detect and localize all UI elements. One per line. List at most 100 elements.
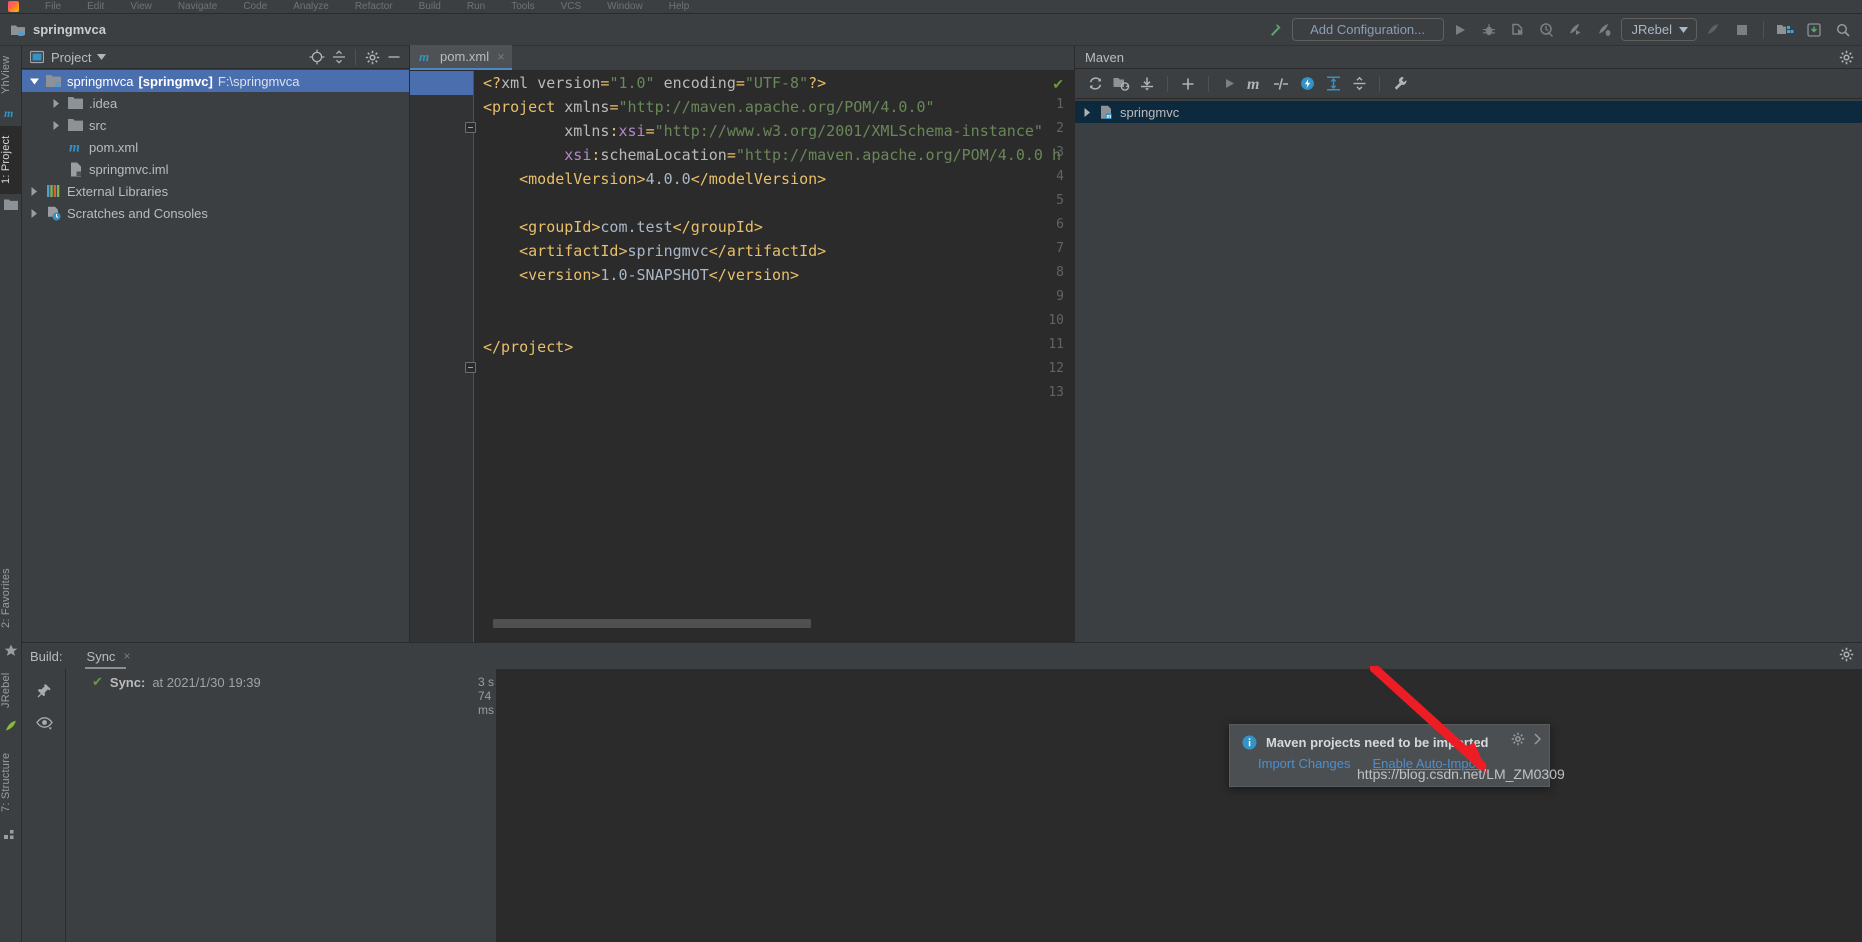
maven-settings-wrench-icon[interactable]	[1388, 72, 1412, 96]
menu-item-help[interactable]: Help	[669, 1, 690, 12]
menu-item-analyze[interactable]: Analyze	[293, 1, 329, 12]
reimport-refresh-icon[interactable]	[1083, 72, 1107, 96]
close-icon[interactable]: ×	[123, 649, 130, 663]
watermark-text: https://blog.csdn.net/LM_ZM0309	[1357, 766, 1565, 782]
inspection-status-icon[interactable]: ✔	[1052, 76, 1064, 93]
menu-item-navigate[interactable]: Navigate	[178, 1, 217, 12]
run-with-coverage-icon[interactable]	[1505, 18, 1531, 42]
run-configuration-selector[interactable]: Add Configuration...	[1291, 18, 1444, 41]
search-everywhere-icon[interactable]	[1830, 18, 1856, 42]
gear-icon[interactable]	[1511, 732, 1525, 746]
menu-item-run[interactable]: Run	[467, 1, 485, 12]
gear-icon[interactable]	[1839, 647, 1854, 662]
code-fold-marker[interactable]	[465, 122, 476, 133]
tree-row-external-libraries[interactable]: External Libraries	[22, 180, 409, 202]
skip-tests-icon[interactable]	[1269, 72, 1293, 96]
profiler-icon[interactable]	[1534, 18, 1560, 42]
menu-item-vcs[interactable]: VCS	[561, 1, 582, 12]
jrebel-run-icon[interactable]	[1563, 18, 1589, 42]
tree-label-springmvc-iml: springmvc.iml	[89, 161, 169, 177]
chevron-right-icon[interactable]	[50, 97, 63, 110]
tree-row-src[interactable]: src	[22, 114, 409, 136]
project-structure-icon[interactable]	[1772, 18, 1798, 42]
svg-text:m: m	[1247, 76, 1259, 92]
menu-item-view[interactable]: View	[130, 1, 152, 12]
menu-item-refactor[interactable]: Refactor	[355, 1, 393, 12]
editor-horizontal-scrollbar[interactable]	[493, 619, 811, 628]
app-logo-icon	[8, 1, 19, 12]
build-result-row[interactable]: ✔ Sync: at 2021/1/30 19:39	[66, 669, 472, 695]
maven-tree-row-springmvc[interactable]: m springmvc	[1075, 101, 1862, 123]
download-sources-icon[interactable]	[1135, 72, 1159, 96]
jrebel-rocket-icon[interactable]	[1700, 18, 1726, 42]
chevron-down-icon[interactable]	[28, 75, 41, 88]
debug-bug-icon[interactable]	[1476, 18, 1502, 42]
project-tool-window: Project springmvca [springmvc] F:\spring…	[22, 46, 410, 642]
menu-item-file[interactable]: File	[45, 1, 61, 12]
chevron-right-icon[interactable]	[50, 119, 63, 132]
menu-item-window[interactable]: Window	[607, 1, 643, 12]
build-tab-sync[interactable]: Sync ×	[84, 643, 133, 669]
maven-tree-label-springmvc: springmvc	[1120, 104, 1180, 120]
chevron-right-icon[interactable]	[28, 185, 41, 198]
sidebar-item-favorites[interactable]: 2: Favorites	[0, 558, 22, 638]
project-panel-title: Project	[51, 49, 92, 65]
jrebel-selector[interactable]: JRebel	[1620, 18, 1697, 41]
notification-controls	[1511, 732, 1543, 746]
menu-item-build[interactable]: Build	[419, 1, 441, 12]
updates-icon[interactable]	[1801, 18, 1827, 42]
build-results-list: ✔ Sync: at 2021/1/30 19:39 3 s 74 ms	[66, 669, 494, 942]
maven-toolbar-divider	[1379, 75, 1380, 92]
pin-icon[interactable]	[22, 675, 66, 707]
sidebar-item-yhview[interactable]: YhView	[0, 48, 22, 102]
code-editor[interactable]: 1 2 3 4 5 6 7 8 9 10 11 12 13 <?xml vers…	[410, 71, 1074, 642]
tree-row-pom-xml[interactable]: m pom.xml	[22, 136, 409, 158]
maven-m-icon[interactable]: m	[1243, 72, 1267, 96]
tree-row-scratches-and-consoles[interactable]: Scratches and Consoles	[22, 202, 409, 224]
scratches-icon	[46, 205, 62, 221]
line-number: 13	[1048, 385, 1064, 400]
tree-module-badge: [springmvc]	[138, 73, 213, 89]
collapse-all-icon[interactable]	[1347, 72, 1371, 96]
jrebel-debug-icon[interactable]	[1592, 18, 1618, 42]
maven-m-icon: m	[419, 49, 434, 64]
run-triangle-icon[interactable]	[1447, 18, 1473, 42]
code-text[interactable]: <?xml version="1.0" encoding="UTF-8"?> <…	[483, 71, 1061, 359]
maven-m-icon: m	[68, 139, 84, 156]
menu-item-edit[interactable]: Edit	[87, 1, 104, 12]
editor-tab-pom-xml[interactable]: m pom.xml ×	[410, 45, 512, 70]
tree-row-springmvca[interactable]: springmvca [springmvc] F:\springmvca	[22, 70, 409, 92]
add-plus-icon[interactable]	[1176, 72, 1200, 96]
locate-target-icon[interactable]	[307, 47, 327, 67]
tree-row-idea[interactable]: .idea	[22, 92, 409, 114]
project-title: springmvca	[33, 22, 106, 37]
sidebar-item-jrebel[interactable]: JRebel	[0, 666, 22, 714]
gear-icon[interactable]	[1836, 47, 1856, 67]
generate-sources-icon[interactable]	[1109, 72, 1133, 96]
expand-all-icon[interactable]	[1321, 72, 1345, 96]
chevron-right-icon[interactable]	[1533, 733, 1543, 745]
gear-icon[interactable]	[362, 47, 382, 67]
chevron-down-icon[interactable]	[97, 54, 107, 60]
build-console-output[interactable]	[496, 669, 1862, 942]
hammer-icon[interactable]	[1263, 18, 1289, 42]
menu-item-code[interactable]: Code	[243, 1, 267, 12]
tree-row-springmvc-iml[interactable]: springmvc.iml	[22, 158, 409, 180]
stop-square-icon[interactable]	[1729, 18, 1755, 42]
import-changes-link[interactable]: Import Changes	[1258, 756, 1351, 771]
collapse-all-icon[interactable]	[329, 47, 349, 67]
sidebar-item-project[interactable]: 1: Project	[0, 126, 22, 194]
chevron-right-icon[interactable]	[1081, 106, 1094, 119]
run-triangle-icon[interactable]	[1217, 72, 1241, 96]
tree-path-springmvca: F:\springmvca	[217, 73, 300, 89]
code-fold-marker[interactable]	[465, 362, 476, 373]
menu-item-tools[interactable]: Tools	[511, 1, 534, 12]
chevron-right-icon[interactable]	[28, 207, 41, 220]
eye-filter-icon[interactable]	[22, 707, 66, 739]
sidebar-item-structure[interactable]: 7: Structure	[0, 742, 22, 822]
maven-toolbar-divider	[1167, 75, 1168, 92]
execute-goal-icon[interactable]	[1295, 72, 1319, 96]
notification-title-row: Maven projects need to be imported	[1230, 725, 1549, 750]
close-icon[interactable]: ×	[497, 49, 505, 64]
hide-minus-icon[interactable]	[384, 47, 404, 67]
